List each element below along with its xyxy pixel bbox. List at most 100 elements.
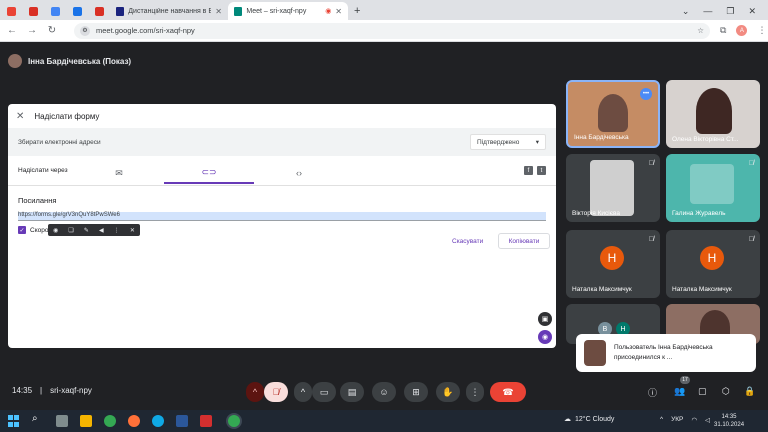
tab-2[interactable] xyxy=(22,2,44,20)
wifi-icon[interactable]: ◠ xyxy=(691,416,697,424)
new-tab-button[interactable]: + xyxy=(348,2,366,20)
checkbox[interactable]: ✓ xyxy=(18,226,26,234)
camera-icon: ▭ xyxy=(319,386,329,397)
info-icon[interactable]: ⓘ xyxy=(648,386,657,399)
more-icon[interactable]: ⋮ xyxy=(114,227,120,234)
chat-icon[interactable]: ▢ xyxy=(698,386,707,397)
shorten-url-option[interactable]: ✓ Скорот xyxy=(18,226,51,234)
acrobat-icon[interactable] xyxy=(200,415,212,427)
site-info-icon[interactable]: ⚙ xyxy=(80,25,90,36)
send-via-row: Надіслати через ✉ ⊂⊃ ‹› f t xyxy=(8,156,556,186)
camera-toggle-button[interactable]: ▭ xyxy=(312,382,336,402)
link-url-field[interactable]: https://forms.gle/grV3nQuY8tPwSWe6 xyxy=(18,212,546,221)
participant-name: Галина Журавель xyxy=(672,210,726,217)
reload-icon[interactable]: ↻ xyxy=(44,25,60,36)
tab-1[interactable] xyxy=(0,2,22,20)
edge-icon[interactable] xyxy=(152,415,164,427)
back-icon[interactable]: ← xyxy=(4,25,20,36)
taskbar-clock[interactable]: 14:35 31.10.2024 xyxy=(714,413,744,429)
extensions-icon[interactable]: ⧉ xyxy=(720,25,726,36)
forward-icon[interactable]: → xyxy=(24,25,40,36)
tab-email[interactable]: ✉ xyxy=(74,162,164,184)
extension-icon[interactable]: ◉ xyxy=(53,227,58,234)
assistant-icon[interactable]: ◉ xyxy=(538,330,552,344)
maximize-icon[interactable]: ❐ xyxy=(726,6,734,17)
collect-emails-row: Збирати електронні адреси Підтверджено ▾ xyxy=(8,128,556,156)
start-icon[interactable] xyxy=(8,415,20,427)
language-indicator[interactable]: УКР xyxy=(671,416,683,424)
tab-meet[interactable]: Meet – sri-xaqf-npy ◉ ✕ xyxy=(228,2,348,20)
word-icon[interactable] xyxy=(176,415,188,427)
tab-5[interactable] xyxy=(88,2,110,20)
present-button[interactable]: ⊞ xyxy=(404,382,428,402)
menu-dots-icon[interactable]: ⋮ xyxy=(757,25,766,36)
chrome-active-icon[interactable] xyxy=(228,415,240,427)
chevron-up-icon: ^ xyxy=(300,387,306,397)
people-icon[interactable]: 👥 xyxy=(674,386,685,397)
close-icon[interactable]: ✕ xyxy=(215,7,222,16)
tab-label: Meet – sri-xaqf-npy xyxy=(246,7,307,15)
tab-4[interactable] xyxy=(66,2,88,20)
firefox-icon[interactable] xyxy=(128,415,140,427)
dialog-header: ✕ Надіслати форму xyxy=(8,104,556,128)
captions-button[interactable]: ▤ xyxy=(340,382,364,402)
tab-link[interactable]: ⊂⊃ xyxy=(164,162,254,184)
participant-tile[interactable]: ••• Інна Бардічевська xyxy=(566,80,660,148)
address-bar: ← → ↻ ⚙ meet.google.com/sri-xaqf-npy ☆ ⧉… xyxy=(0,20,768,42)
join-notification: Пользователь Інна Бардічевська присоедин… xyxy=(576,334,756,372)
leave-call-button[interactable]: ☎ xyxy=(490,382,526,402)
url-input[interactable]: ⚙ meet.google.com/sri-xaqf-npy ☆ xyxy=(74,22,710,39)
tab-vsp[interactable]: Дистанційне навчання в ВСП ✕ xyxy=(110,2,228,20)
system-tray: ^ УКР ◠ ◁ xyxy=(660,416,710,424)
collect-emails-select[interactable]: Підтверджено ▾ xyxy=(470,134,546,150)
participant-tile[interactable]: 🎙̸ Н Наталка Максимчук xyxy=(666,230,760,298)
mic-toggle-button[interactable]: 🎙̸ xyxy=(264,382,288,402)
copy-button[interactable]: Копіювати xyxy=(498,233,550,249)
mic-off-icon: 🎙̸ xyxy=(272,387,280,397)
tab-embed[interactable]: ‹› xyxy=(254,162,344,184)
reactions-button[interactable]: ☺ xyxy=(372,382,396,402)
notification-text: Пользователь Інна Бардічевська присоедин… xyxy=(613,344,713,361)
weather-widget[interactable]: ☁ 12°C Cloudy xyxy=(564,415,614,424)
cancel-button[interactable]: Скасувати xyxy=(452,238,483,245)
presenter-label: Інна Бардічевська (Показ) xyxy=(28,56,132,66)
close-window-icon[interactable]: ✕ xyxy=(748,6,756,17)
participant-tile[interactable]: Олена Вікторівна Ст... xyxy=(666,80,760,148)
camera-options-button[interactable]: ^ xyxy=(294,382,312,402)
raise-hand-button[interactable]: ✋ xyxy=(436,382,460,402)
activities-icon[interactable]: ⬡ xyxy=(722,386,730,397)
chevron-up-icon[interactable]: ^ xyxy=(660,416,663,424)
twitter-icon[interactable]: t xyxy=(537,166,546,175)
chevron-down-icon: ▾ xyxy=(535,139,539,146)
facebook-icon[interactable]: f xyxy=(524,166,533,175)
participant-tile[interactable]: 🎙̸ Галина Журавель xyxy=(666,154,760,222)
volume-icon[interactable]: ◁ xyxy=(705,416,710,424)
present-icon: ⊞ xyxy=(412,386,420,397)
profile-avatar[interactable]: А xyxy=(736,25,748,36)
participant-name: Інна Бардічевська xyxy=(574,134,629,141)
participant-tile[interactable]: 🎙̸ Вікторія Кисієва xyxy=(566,154,660,222)
mic-off-icon: 🎙̸ xyxy=(748,236,754,243)
more-options-button[interactable]: ⋮ xyxy=(466,382,484,402)
speaker-icon[interactable]: ◀ xyxy=(99,227,104,234)
tab-search-icon[interactable]: ⌄ xyxy=(682,6,690,17)
avatar xyxy=(8,54,22,68)
participant-tile[interactable]: 🎙̸ Н Наталка Максимчук xyxy=(566,230,660,298)
select-value: Підтверджено xyxy=(477,138,520,146)
close-icon[interactable]: ✕ xyxy=(335,7,342,16)
pencil-icon[interactable]: ✎ xyxy=(84,227,89,234)
translate-icon[interactable]: ▣ xyxy=(538,312,552,326)
chrome-icon[interactable] xyxy=(104,415,116,427)
task-view-icon[interactable] xyxy=(56,415,68,427)
minimize-icon[interactable]: — xyxy=(703,6,712,16)
bookmark-star-icon[interactable]: ☆ xyxy=(697,26,704,35)
close-icon[interactable]: ✕ xyxy=(130,227,135,234)
close-icon[interactable]: ✕ xyxy=(16,111,24,122)
file-explorer-icon[interactable] xyxy=(80,415,92,427)
mic-options-button[interactable]: ^ xyxy=(246,382,264,402)
copy-icon[interactable]: ❏ xyxy=(68,227,73,234)
more-options-icon[interactable]: ••• xyxy=(640,88,652,100)
search-icon[interactable]: ⌕ xyxy=(32,413,44,425)
tab-3[interactable] xyxy=(44,2,66,20)
host-controls-icon[interactable]: 🔒 xyxy=(744,386,755,397)
